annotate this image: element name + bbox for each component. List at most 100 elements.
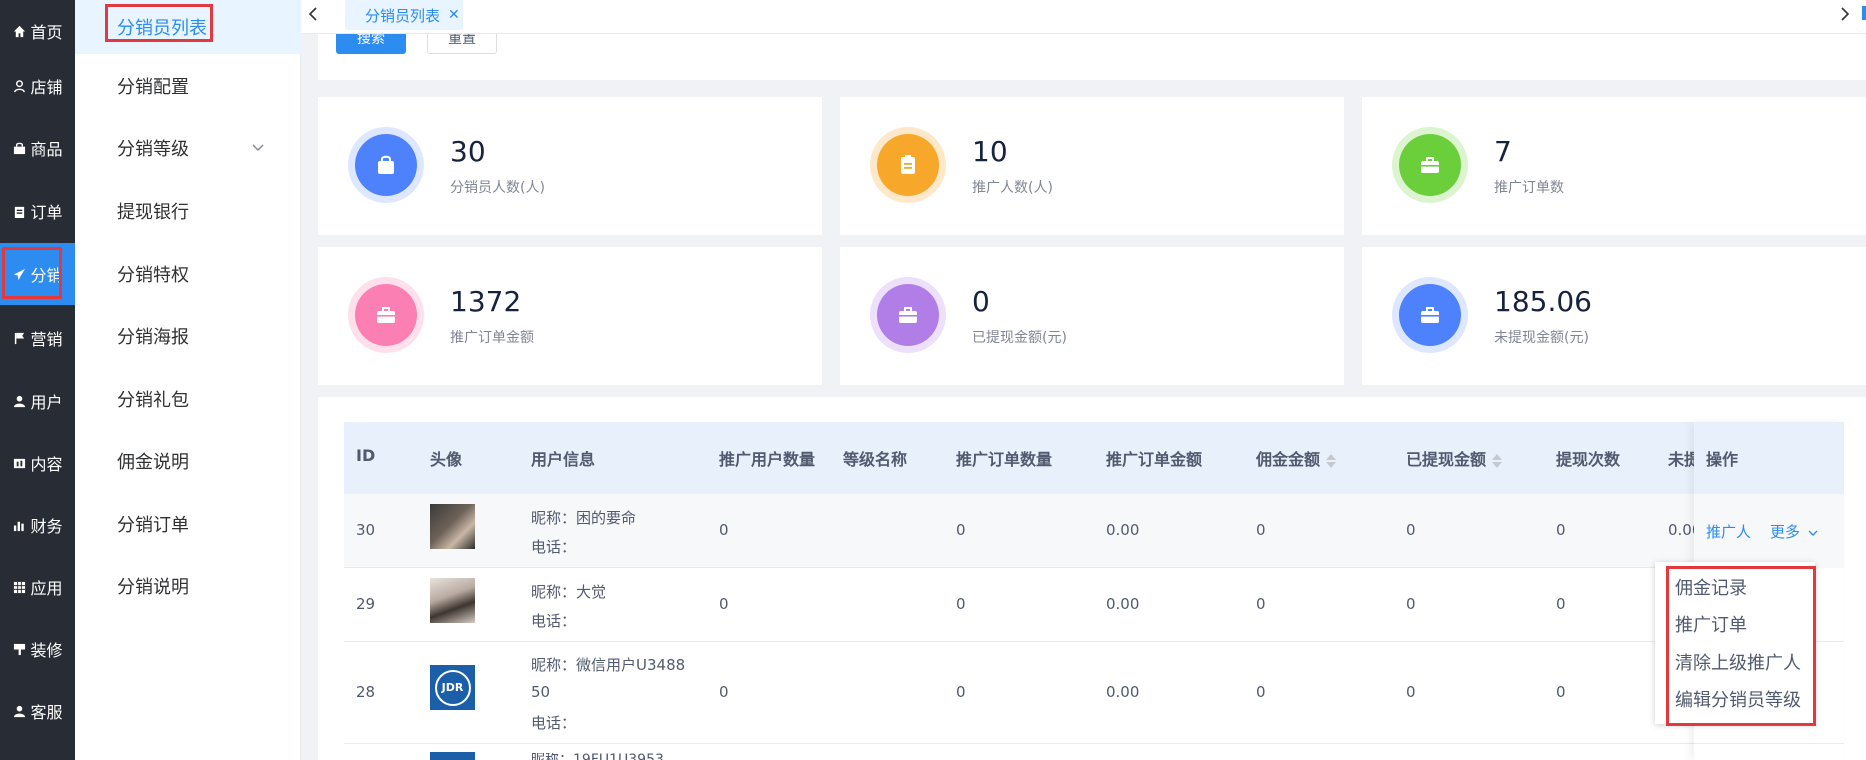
cell-nickname: 昵称：微信用户U3488 — [531, 656, 686, 674]
cell-phone: 电话： — [531, 714, 577, 732]
nav-label: 用户 — [30, 393, 63, 412]
submenu-item-level[interactable]: 分销等级 — [75, 117, 301, 179]
stat-icon-ring — [870, 277, 946, 353]
cell-commission: 0 — [1256, 683, 1266, 701]
tab-scroll-left-icon[interactable] — [301, 2, 325, 26]
menu-item-clear-superior[interactable]: 清除上级推广人 — [1675, 649, 1801, 675]
stat-card: 30 分销员人数(人) — [318, 97, 822, 235]
nav-item-orders[interactable]: 订单 — [0, 180, 75, 242]
stat-icon-ring — [1392, 127, 1468, 203]
menu-item-edit-level[interactable]: 编辑分销员等级 — [1675, 686, 1801, 712]
brush-icon — [12, 642, 26, 656]
nav-item-service[interactable]: 客服 — [0, 680, 75, 742]
stat-label: 推广人数(人) — [972, 180, 1053, 196]
submenu-item-privilege[interactable]: 分销特权 — [75, 243, 301, 305]
column-header-commission[interactable]: 佣金金额 — [1256, 446, 1337, 470]
bag-icon — [12, 141, 26, 155]
search-panel — [318, 34, 1866, 80]
cell-nickname-cont: 50 — [531, 683, 551, 701]
nav-label: 订单 — [30, 203, 63, 222]
nav-item-decoration[interactable]: 装修 — [0, 618, 75, 680]
submenu-item-bank[interactable]: 提现银行 — [75, 180, 301, 242]
close-icon[interactable]: ✕ — [448, 7, 460, 23]
nav-item-finance[interactable]: 财务 — [0, 494, 75, 556]
chevron-down-icon — [1808, 530, 1818, 536]
stat-value: 1372 — [450, 285, 522, 318]
cell-order-amount: 0.00 — [1106, 595, 1140, 613]
cell-withdraw-times: 0 — [1556, 683, 1566, 701]
briefcase-icon — [1399, 134, 1461, 196]
service-icon — [12, 704, 26, 718]
cell-id: 29 — [356, 595, 376, 613]
nav-item-store[interactable]: 店铺 — [0, 55, 75, 117]
tab-scroll-right-icon[interactable] — [1833, 2, 1857, 26]
menu-item-commission-records[interactable]: 佣金记录 — [1675, 574, 1747, 600]
nav-item-goods[interactable]: 商品 — [0, 117, 75, 179]
cell-order-amount: 0.00 — [1106, 683, 1140, 701]
submenu-item-desc[interactable]: 分销说明 — [75, 555, 301, 617]
chevron-down-icon — [251, 139, 265, 153]
cell-promoted-users: 0 — [719, 595, 729, 613]
cell-nickname: 昵称：19FU1U3953 — [531, 753, 664, 760]
submenu-item-config[interactable]: 分销配置 — [75, 55, 301, 117]
column-header-avatar: 头像 — [430, 450, 463, 469]
user-icon — [12, 394, 26, 408]
stat-icon-ring — [348, 127, 424, 203]
tab-menu-icon[interactable] — [1862, 6, 1866, 20]
tab-distributor-list[interactable]: 分销员列表 ✕ — [345, 0, 463, 30]
stat-label: 已提现金额(元) — [972, 330, 1067, 346]
sort-icon[interactable] — [1326, 453, 1337, 469]
submenu-label: 分销特权 — [117, 265, 189, 286]
nav-item-content[interactable]: 内容 — [0, 432, 75, 494]
submenu-label: 分销订单 — [117, 515, 189, 536]
nav-label: 财务 — [30, 517, 63, 536]
promoter-link[interactable]: 推广人 — [1706, 521, 1751, 542]
column-header-withdrawn[interactable]: 已提现金额 — [1406, 446, 1503, 470]
tab-label: 分销员列表 — [365, 6, 441, 25]
nav-item-home[interactable]: 首页 — [0, 0, 75, 62]
menu-item-promoted-orders[interactable]: 推广订单 — [1675, 611, 1747, 637]
grid-icon — [12, 580, 26, 594]
submenu-item-distributor-list[interactable]: 分销员列表 — [75, 0, 301, 54]
stat-label: 推广订单金额 — [450, 330, 534, 346]
more-dropdown-trigger[interactable]: 更多 — [1770, 521, 1819, 542]
nav-item-marketing[interactable]: 营销 — [0, 307, 75, 369]
nav-item-distribution[interactable]: 分销 — [0, 243, 75, 305]
reset-button[interactable]: 重置 — [427, 34, 497, 54]
highlight-box — [2, 247, 62, 299]
nav-item-apps[interactable]: 应用 — [0, 556, 75, 618]
clipboard-icon — [877, 134, 939, 196]
nav-label: 店铺 — [30, 78, 63, 97]
cell-order-amount: 0.00 — [1106, 521, 1140, 539]
cell-phone: 电话： — [531, 538, 577, 556]
submenu-label: 分销等级 — [117, 139, 189, 160]
bag-icon — [355, 134, 417, 196]
cell-nickname: 昵称：大觉 — [531, 583, 607, 601]
submenu-label: 分销配置 — [117, 77, 189, 98]
column-header-promoted-users: 推广用户数量 — [719, 450, 816, 469]
nav-label: 应用 — [30, 579, 63, 598]
cell-order-count: 0 — [956, 683, 966, 701]
nav-item-users[interactable]: 用户 — [0, 370, 75, 432]
stat-card: 185.06 未提现金额(元) — [1362, 247, 1866, 385]
clipboard-icon — [12, 204, 26, 218]
search-button[interactable]: 搜索 — [336, 34, 406, 54]
cell-unwithdrawn: 0.00 — [1668, 521, 1694, 539]
submenu-label: 分销说明 — [117, 577, 189, 598]
cell-withdraw-times: 0 — [1556, 595, 1566, 613]
avatar-logo-text: JDR — [434, 669, 471, 706]
sort-icon[interactable] — [1492, 453, 1503, 469]
submenu-item-commission-desc[interactable]: 佣金说明 — [75, 430, 301, 492]
submenu-item-orders[interactable]: 分销订单 — [75, 493, 301, 555]
stat-icon-ring — [870, 127, 946, 203]
submenu-item-poster[interactable]: 分销海报 — [75, 305, 301, 367]
cell-id: 28 — [356, 683, 376, 701]
cell-commission: 0 — [1256, 595, 1266, 613]
column-header-user-info: 用户信息 — [531, 450, 596, 469]
nav-label: 商品 — [30, 140, 63, 159]
column-header-withdraw-times: 提现次数 — [1556, 450, 1621, 469]
stat-card: 0 已提现金额(元) — [840, 247, 1344, 385]
home-icon — [12, 24, 26, 38]
cell-id: 30 — [356, 521, 376, 539]
submenu-item-gift[interactable]: 分销礼包 — [75, 368, 301, 430]
